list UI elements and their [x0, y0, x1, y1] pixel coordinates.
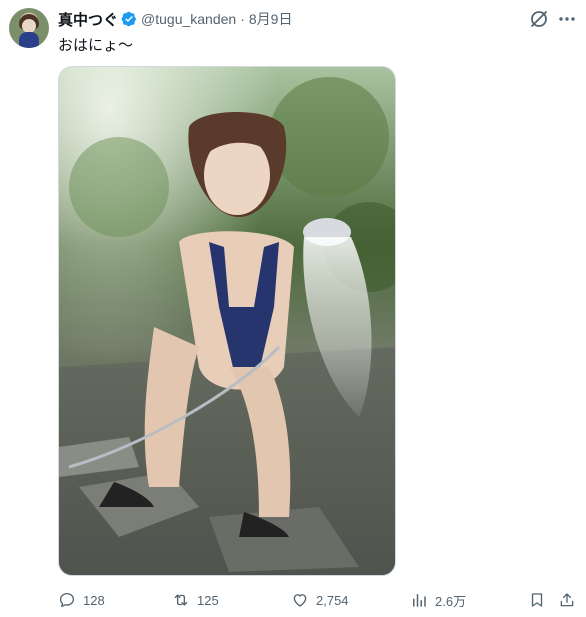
verified-badge-icon	[121, 11, 136, 27]
repost-icon	[174, 594, 188, 606]
repost-count: 125	[197, 592, 219, 608]
grok-icon[interactable]	[529, 9, 549, 29]
share-icon	[560, 593, 574, 607]
views-count: 2.6万	[435, 593, 467, 609]
bookmark-icon	[531, 593, 543, 607]
reply-icon	[59, 592, 75, 608]
views-chart-icon	[413, 594, 426, 607]
reply-count: 128	[83, 592, 105, 608]
post-date[interactable]: 8月9日	[249, 9, 293, 29]
tweet-photo[interactable]	[58, 66, 396, 576]
avatar-body	[19, 32, 39, 48]
tweet-post[interactable]: 真中つぐ @tugu_kanden · 8月9日 おはにょ～ 128 125 2…	[0, 0, 586, 617]
reply-button[interactable]: 128	[58, 589, 105, 611]
photo-image	[59, 67, 395, 575]
avatar-face	[22, 19, 36, 33]
user-handle[interactable]: @tugu_kanden	[141, 11, 236, 27]
separator-dot: ·	[240, 11, 245, 27]
display-name[interactable]: 真中つぐ	[58, 9, 118, 30]
tweet-text: おはにょ～	[58, 37, 134, 54]
bookmark-button[interactable]	[528, 589, 546, 611]
tweet-header: 真中つぐ @tugu_kanden · 8月9日	[58, 9, 292, 29]
like-button[interactable]: 2,754	[291, 589, 349, 611]
heart-icon	[293, 594, 307, 607]
avatar[interactable]	[9, 8, 49, 48]
views-button[interactable]: 2.6万	[410, 589, 466, 611]
share-button[interactable]	[558, 589, 576, 611]
repost-button[interactable]: 125	[172, 589, 219, 611]
more-icon[interactable]	[557, 9, 577, 29]
like-count: 2,754	[316, 592, 349, 608]
action-bar: 128 125 2,754 2.6万	[58, 589, 578, 611]
